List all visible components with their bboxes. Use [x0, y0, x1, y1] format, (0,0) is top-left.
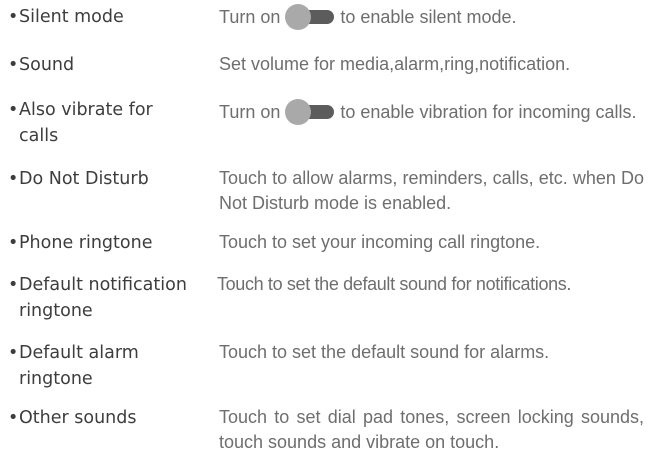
term-label: Silent mode	[19, 7, 124, 27]
item-description: Touch to allow alarms, reminders, calls,…	[219, 168, 644, 213]
item-term: •Other sounds	[8, 408, 137, 428]
item-term: •Also vibrate for calls	[8, 97, 208, 149]
toggle-switch-icon	[285, 99, 335, 125]
term-label: Default alarm	[19, 343, 139, 363]
item-term: •Default alarm ringtone	[8, 340, 208, 392]
term-label: Phone ringtone	[19, 233, 153, 253]
toggle-switch-icon	[285, 4, 335, 30]
item-description: Touch to set your incoming call ringtone…	[219, 232, 541, 252]
item-description: Set volume for media,alarm,ring,notifica…	[219, 54, 571, 74]
term-label-line2: ringtone	[19, 301, 93, 321]
item-description: Touch to set dial pad tones, screen lock…	[219, 407, 644, 452]
item-term: •Default notification ringtone	[8, 272, 223, 324]
desc-text: to enable vibration for incoming calls.	[340, 102, 637, 122]
item-description: Touch to set the default sound for alarm…	[219, 342, 550, 362]
term-label: Do Not Disturb	[19, 169, 149, 189]
item-term: •Do Not Disturb	[8, 169, 149, 189]
term-label-line2: calls	[19, 126, 59, 146]
desc-text: Turn on	[219, 102, 281, 122]
term-label: Other sounds	[19, 408, 137, 428]
item-description: Turn on to enable silent mode.	[219, 4, 644, 30]
term-label-line2: ringtone	[19, 369, 93, 389]
term-label: Also vibrate for	[19, 100, 153, 120]
term-label: Default notification	[19, 275, 187, 295]
desc-text: to enable silent mode.	[340, 7, 517, 27]
desc-text: Turn on	[219, 7, 281, 27]
item-term: •Sound	[8, 55, 75, 75]
term-label: Sound	[19, 55, 75, 75]
item-term: •Phone ringtone	[8, 233, 153, 253]
item-term: •Silent mode	[8, 7, 124, 27]
item-description: Touch to set the default sound for notif…	[217, 274, 572, 294]
item-description: Turn on to enable vibration for incoming …	[219, 99, 644, 125]
